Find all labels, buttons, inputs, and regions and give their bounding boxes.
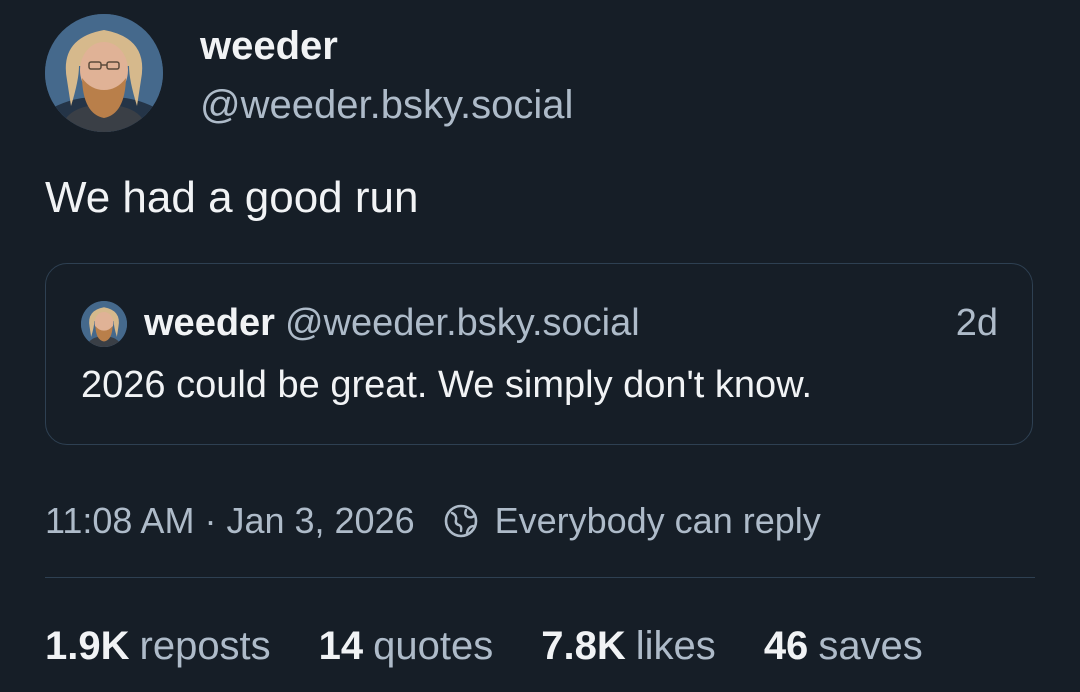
engagement-stats: 1.9K reposts 14 quotes 7.8K likes 46 saves	[45, 620, 923, 672]
quoted-post-time: 2d	[955, 302, 998, 344]
quoted-author-line: weeder @weeder.bsky.social	[144, 300, 640, 346]
reply-setting[interactable]: Everybody can reply	[443, 500, 821, 542]
stats-divider	[45, 577, 1035, 578]
quotes-stat[interactable]: 14 quotes	[319, 620, 494, 672]
quoted-author-handle[interactable]: @weeder.bsky.social	[285, 302, 640, 344]
saves-count: 46	[763, 624, 809, 668]
quoted-author-avatar-image	[81, 301, 127, 347]
author-avatar[interactable]	[45, 14, 163, 132]
author-avatar-image	[45, 14, 163, 132]
quoted-author-avatar[interactable]	[81, 301, 127, 347]
reposts-stat[interactable]: 1.9K reposts	[45, 620, 271, 672]
post-text: We had a good run	[45, 173, 419, 222]
reply-setting-label: Everybody can reply	[494, 500, 821, 541]
meta-separator: ·	[204, 500, 217, 541]
likes-stat[interactable]: 7.8K likes	[541, 620, 716, 672]
globe-icon	[444, 504, 477, 538]
post-date: Jan 3, 2026	[226, 500, 415, 541]
reposts-count: 1.9K	[45, 624, 130, 668]
quotes-count: 14	[318, 624, 364, 668]
post-meta: 11:08 AM · Jan 3, 2026 Everybody can rep…	[45, 496, 821, 546]
author-handle[interactable]: @weeder.bsky.social	[200, 81, 573, 129]
author-display-name[interactable]: weeder	[200, 22, 338, 70]
likes-label: likes	[635, 624, 716, 668]
quoted-post-card[interactable]: weeder @weeder.bsky.social 2d 2026 could …	[45, 263, 1033, 445]
quoted-author-name[interactable]: weeder	[144, 302, 275, 344]
post-thread-anchor: weeder @weeder.bsky.social We had a good…	[0, 0, 1080, 692]
reposts-label: reposts	[139, 624, 271, 668]
saves-stat[interactable]: 46 saves	[764, 620, 923, 672]
post-time: 11:08 AM	[45, 500, 195, 541]
likes-count: 7.8K	[541, 624, 626, 668]
saves-label: saves	[818, 624, 923, 668]
quoted-post-text: 2026 could be great. We simply don't kno…	[81, 364, 813, 406]
quotes-label: quotes	[373, 624, 494, 668]
